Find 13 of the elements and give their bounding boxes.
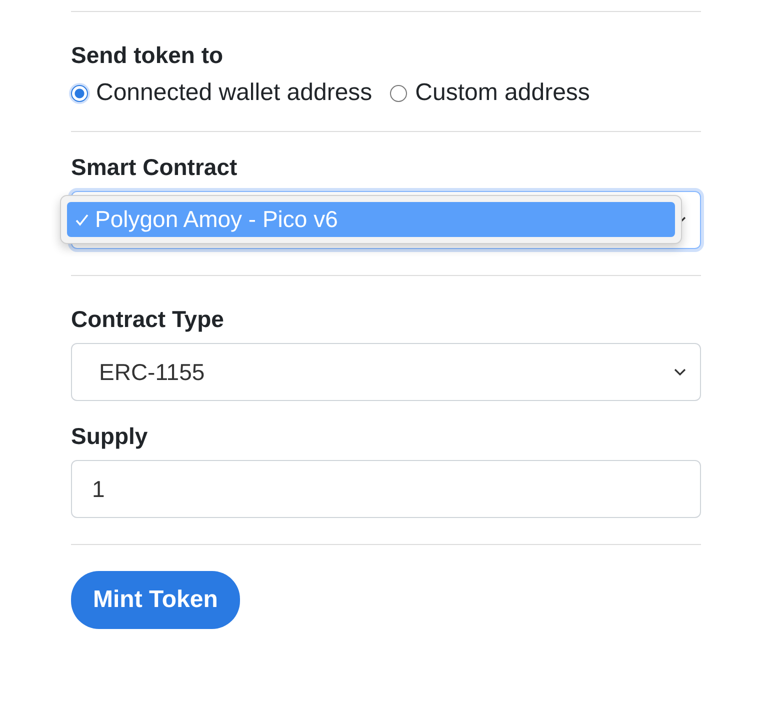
radio-option[interactable]: Connected wallet address	[71, 79, 372, 107]
field-label: Supply	[71, 423, 149, 450]
checkmark-icon	[75, 212, 89, 226]
chevron-down-icon	[674, 368, 686, 376]
contract-type-select[interactable]: ERC-1155	[71, 343, 701, 401]
radio-icon[interactable]	[390, 84, 408, 102]
field-label: Smart Contract	[71, 154, 238, 181]
radio-option[interactable]: Custom address	[390, 79, 590, 107]
field-label: Contract Type	[71, 306, 225, 333]
mint-token-button[interactable]: Mint Token	[71, 571, 240, 629]
radio-icon[interactable]	[71, 84, 88, 102]
supply-input[interactable]: 1	[71, 460, 701, 518]
field-label: Send token to	[71, 42, 224, 69]
